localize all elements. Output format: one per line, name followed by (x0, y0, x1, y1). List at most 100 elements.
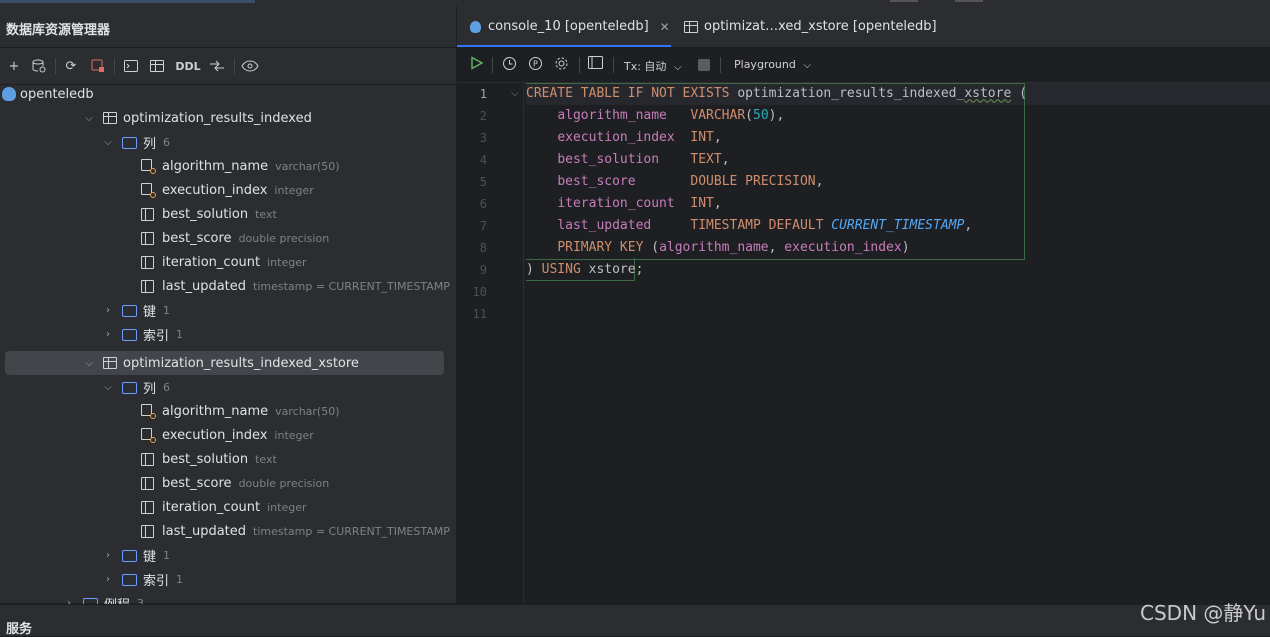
tree-node-label: 索引 (143, 328, 170, 344)
transaction-mode-dropdown[interactable]: Tx: 自动 ⌵ (624, 58, 682, 74)
database-explorer-panel: 数据库资源管理器 + ⟳ DDL openteledb ⌵ optimizati… (0, 6, 457, 613)
table-icon (103, 357, 117, 369)
tree-node-column[interactable]: execution_index integer (0, 423, 456, 447)
table-editor-icon[interactable] (147, 56, 167, 76)
tab-console[interactable]: console_10 [openteledb] ✕ (457, 6, 671, 48)
chevron-down-icon[interactable]: ⌵ (102, 382, 114, 393)
punct: ) (526, 262, 542, 277)
sql-function: CURRENT_TIMESTAMP (831, 218, 965, 233)
tree-node-count: 1 (163, 548, 171, 562)
editor-toolbar: P Tx: 自动 ⌵ Playground ⌵ (457, 47, 1270, 83)
fold-chevron-icon[interactable]: ⌵ (511, 88, 519, 99)
tree-node-label: optimization_results_indexed (123, 110, 312, 126)
tab-label: optimizat…xed_xstore [openteledb] (704, 19, 937, 34)
folder-icon (122, 550, 137, 562)
playground-dropdown[interactable]: Playground ⌵ (734, 58, 811, 71)
bottom-tool-bar: 服务 (0, 604, 1270, 637)
column-name: execution_index (557, 130, 675, 145)
table-name: optimization_results_indexed_ (737, 86, 965, 101)
punct: ; (635, 262, 644, 277)
column-type: varchar(50) (275, 404, 340, 418)
disconnect-icon[interactable] (88, 56, 108, 76)
tree-node-column[interactable]: best_solution text (0, 447, 456, 471)
tx-mode-label: Tx: 自动 (624, 60, 667, 73)
line-number: 3 (479, 131, 487, 145)
chevron-right-icon[interactable]: › (102, 574, 114, 585)
chevron-right-icon[interactable]: › (102, 305, 114, 316)
tree-node-column[interactable]: last_updated timestamp = CURRENT_TIMESTA… (0, 519, 456, 543)
tree-node-count: 6 (163, 135, 171, 149)
tree-node-column[interactable]: best_score double precision (0, 471, 456, 495)
settings-gear-icon[interactable] (554, 56, 569, 75)
tree-node-column[interactable]: best_score double precision (0, 226, 456, 250)
primary-key-column-icon (140, 158, 156, 174)
history-icon[interactable] (502, 56, 517, 75)
datasource-properties-icon[interactable] (29, 56, 49, 76)
tree-node-column[interactable]: iteration_count integer (0, 250, 456, 274)
tree-node-column[interactable]: best_solution text (0, 202, 456, 226)
view-options-icon[interactable] (240, 56, 260, 76)
tree-node-indexes-folder[interactable]: › 索引 1 (0, 567, 456, 591)
tree-node-table-selected[interactable]: ⌵ optimization_results_indexed_xstore (5, 351, 444, 375)
watermark: CSDN @静Yu (1140, 601, 1266, 625)
line-number: 9 (479, 263, 487, 277)
tree-node-column[interactable]: algorithm_name varchar(50) (0, 154, 456, 178)
chevron-down-icon[interactable]: ⌵ (83, 113, 95, 124)
tab-table-editor[interactable]: optimizat…xed_xstore [openteledb] (684, 6, 937, 47)
explain-plan-icon[interactable]: P (528, 56, 543, 75)
column-name: execution_index (784, 240, 902, 255)
sql-keyword: USING (541, 262, 589, 277)
jump-to-source-icon[interactable] (207, 56, 227, 76)
chevron-right-icon[interactable]: › (102, 329, 114, 340)
line-number: 10 (472, 285, 487, 299)
primary-key-column-icon (140, 427, 156, 443)
tree-node-label: execution_index (162, 182, 268, 198)
tree-node-column[interactable]: algorithm_name varchar(50) (0, 399, 456, 423)
folder-icon (122, 382, 137, 394)
column-name: best_score (557, 174, 636, 189)
services-tab[interactable]: 服务 (6, 618, 32, 637)
tree-node-label: best_solution (162, 206, 249, 222)
tree-node-label: execution_index (162, 427, 268, 443)
tree-node-indexes-folder[interactable]: › 索引 1 (0, 322, 456, 346)
explorer-toolbar: + ⟳ DDL (0, 47, 456, 85)
output-pane-icon[interactable] (588, 56, 603, 73)
tree-node-column[interactable]: iteration_count integer (0, 495, 456, 519)
console-icon[interactable] (121, 56, 141, 76)
column-name: iteration_count (557, 196, 675, 211)
tree-node-keys-folder[interactable]: › 键 1 (0, 543, 456, 567)
tree-node-column[interactable]: last_updated timestamp = CURRENT_TIMESTA… (0, 274, 456, 298)
chevron-right-icon[interactable]: › (102, 550, 114, 561)
add-icon[interactable]: + (4, 56, 24, 76)
column-name: last_updated (557, 218, 652, 233)
sql-type: INT (690, 196, 714, 211)
column-type: integer (267, 500, 307, 514)
tree-node-columns-folder[interactable]: ⌵ 列 6 (0, 130, 456, 154)
tree-node-table[interactable]: ⌵ optimization_results_indexed (0, 106, 456, 130)
tree-node-label: last_updated (162, 523, 247, 539)
column-icon (141, 500, 154, 514)
postgres-icon (470, 20, 481, 33)
punct: , (713, 130, 722, 145)
tree-node-label: 列 (143, 136, 157, 152)
tree-node-keys-folder[interactable]: › 键 1 (0, 298, 456, 322)
close-icon[interactable]: ✕ (660, 20, 670, 34)
chevron-down-icon[interactable]: ⌵ (83, 358, 95, 369)
tree-node-columns-folder[interactable]: ⌵ 列 6 (0, 375, 456, 399)
refresh-icon[interactable]: ⟳ (61, 56, 81, 76)
code-line-1: CREATE TABLE IF NOT EXISTS optimization_… (526, 83, 1027, 105)
tree-node-label: 列 (143, 381, 157, 397)
column-icon (141, 524, 154, 538)
chevron-down-icon[interactable]: ⌵ (102, 137, 114, 148)
tree-node-column[interactable]: execution_index integer (0, 178, 456, 202)
tree-node-label: algorithm_name (162, 158, 269, 174)
code-line-3: execution_index INT, (526, 127, 722, 149)
ddl-button[interactable]: DDL (175, 56, 201, 76)
folder-icon (122, 574, 137, 586)
punct: ) (901, 240, 910, 255)
tree-node-datasource[interactable]: openteledb (0, 82, 456, 106)
punct: , (964, 218, 973, 233)
stop-icon[interactable] (698, 59, 710, 71)
run-icon[interactable] (470, 56, 484, 74)
sql-editor[interactable]: CREATE TABLE IF NOT EXISTS optimization_… (526, 83, 1270, 603)
